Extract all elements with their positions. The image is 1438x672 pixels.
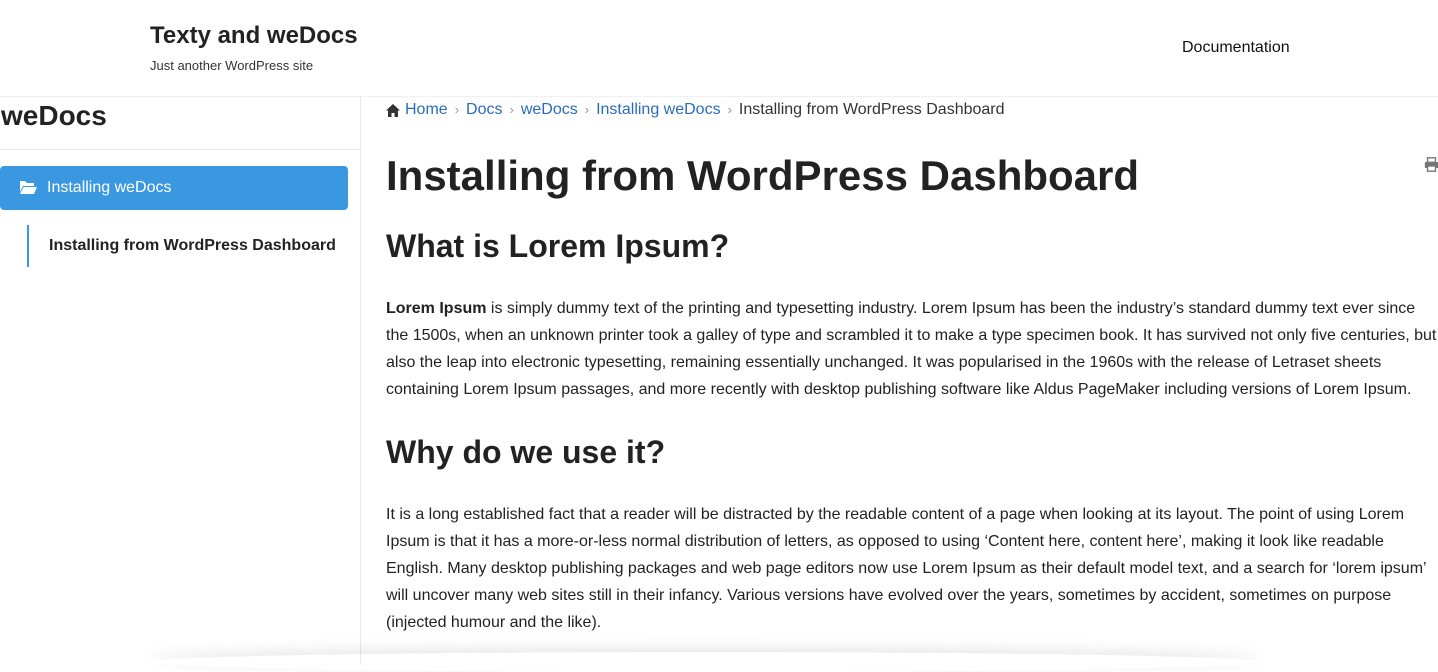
sidebar-item-label: Installing from WordPress Dashboard [49,237,336,254]
docs-sidebar: weDocs Installing weDocs Installing from… [0,97,361,665]
sidebar-title: weDocs [0,97,360,150]
site-tagline: Just another WordPress site [150,58,314,73]
section-paragraph: It is a long established fact that a rea… [386,501,1438,636]
chevron-right-icon: › [454,102,460,117]
section-heading: What is Lorem Ipsum? [386,228,730,264]
breadcrumb-docs[interactable]: Docs [466,99,502,121]
breadcrumb-home[interactable]: Home [405,99,448,121]
breadcrumb-current: Installing from WordPress Dashboard [738,101,1005,118]
paragraph-line: also the leap into electronic typesettin… [386,354,1382,371]
breadcrumb-wedocs[interactable]: weDocs [521,99,578,121]
chevron-right-icon: › [584,102,590,117]
home-icon[interactable] [386,103,400,117]
paragraph-line: the 1500s, when an unknown printer took … [386,327,1437,344]
footer-shadow [150,652,1260,672]
section-heading: Why do we use it? [386,434,666,470]
paragraph-line: English. Many desktop publishing package… [386,560,1427,577]
breadcrumb: Home › Docs › weDocs › Installing weDocs… [386,99,1005,121]
site-header: Texty and weDocs Just another WordPress … [0,0,1438,97]
print-icon[interactable] [1424,157,1438,172]
sidebar-section-installing-wedocs[interactable]: Installing weDocs [0,166,348,210]
page-title: Installing from WordPress Dashboard [386,152,1140,199]
chevron-right-icon: › [509,102,514,117]
paragraph-line: It is a long established fact that a rea… [386,506,1405,523]
bold-lead: Lorem Ipsum [386,300,487,317]
section-paragraph: Lorem Ipsum is simply dummy text of the … [386,295,1438,403]
sidebar-item-installing-from-dashboard[interactable]: Installing from WordPress Dashboard [27,225,349,267]
site-title[interactable]: Texty and weDocs [150,20,358,52]
folder-open-icon [20,181,37,194]
nav-item-documentation[interactable]: Documentation [1182,38,1290,58]
paragraph-line: Lorem Ipsum is simply dummy text of the … [386,295,1438,322]
paragraph-line: (injected humour and the like). [386,614,602,631]
chevron-right-icon: › [727,102,732,117]
sidebar-title-text: weDocs [1,100,107,131]
paragraph-line: will uncover many web sites still in the… [386,587,1392,604]
breadcrumb-installing-wedocs[interactable]: Installing weDocs [596,99,721,121]
paragraph-text: is simply dummy text of the printing and… [486,300,1416,317]
paragraph-line: containing Lorem Ipsum passages, and mor… [386,381,1412,398]
paragraph-line: Ipsum is that it has a more-or-less norm… [386,533,1384,550]
sidebar-section-label: Installing weDocs [47,179,172,196]
doc-content: Home › Docs › weDocs › Installing weDocs… [386,97,1438,665]
